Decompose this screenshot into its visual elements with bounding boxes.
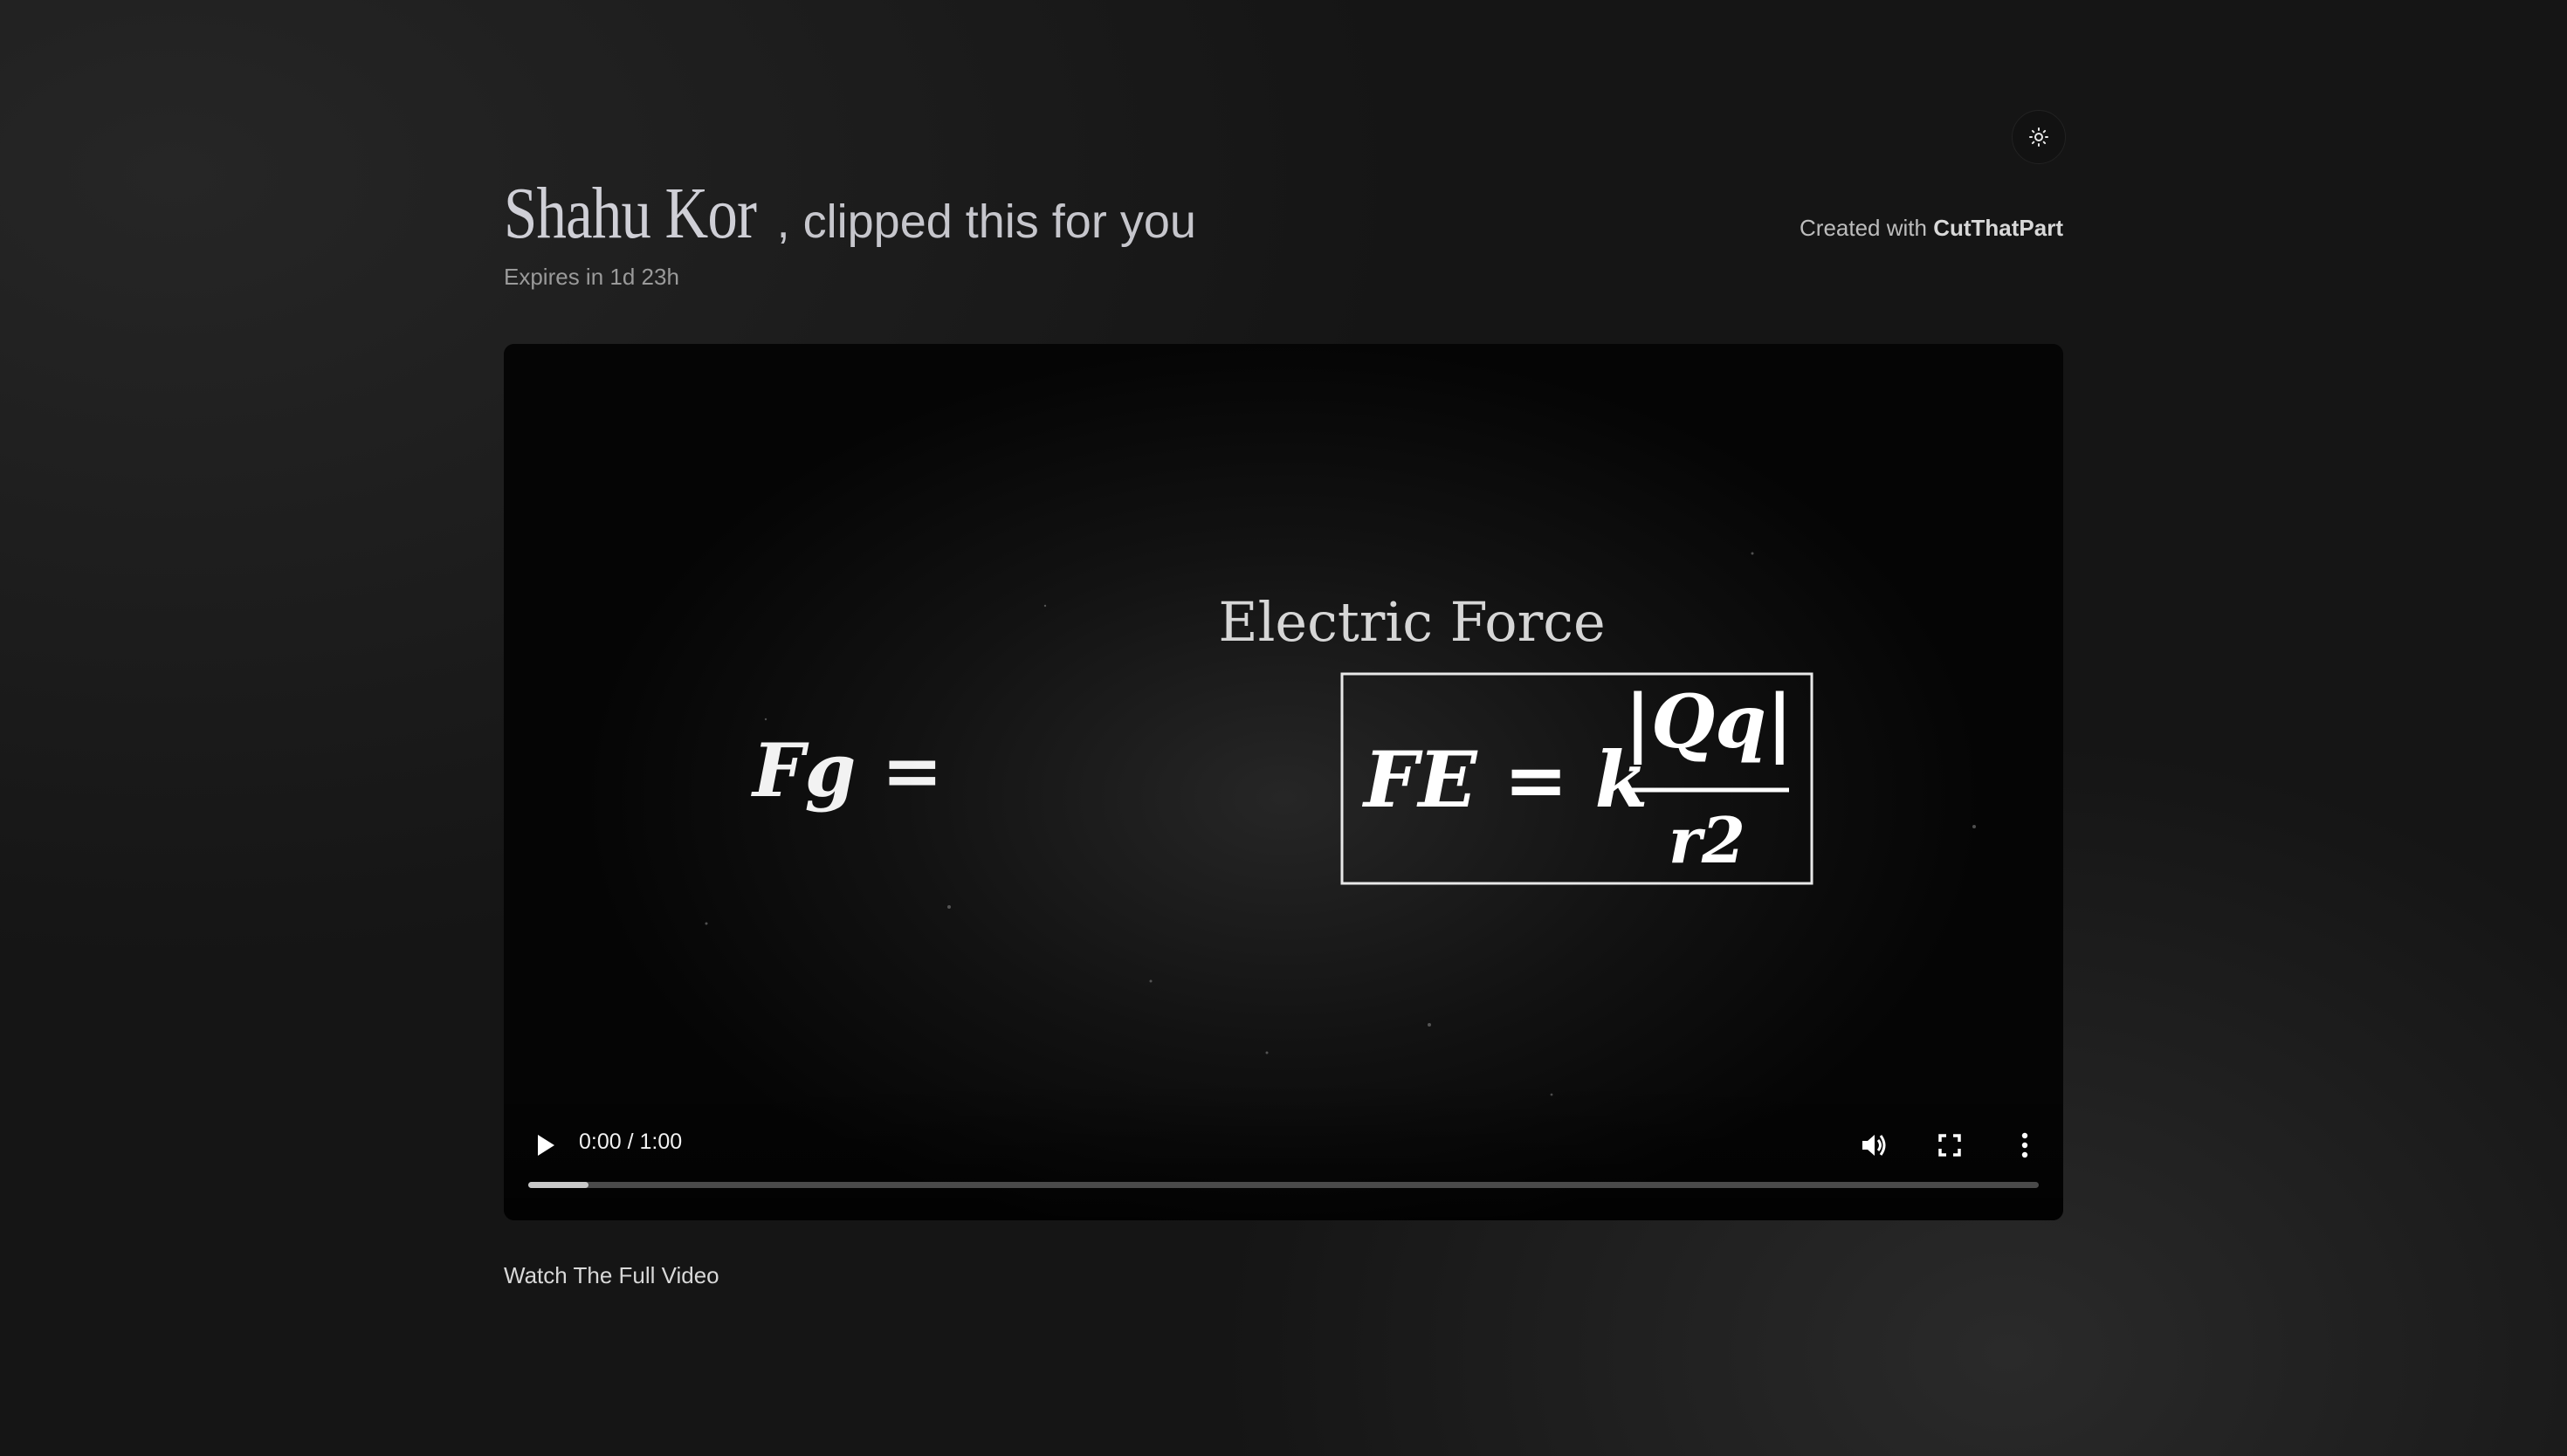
formula-numerator: |Qq|	[1624, 678, 1793, 766]
watch-full-video-link[interactable]: Watch The Full Video	[504, 1262, 719, 1289]
more-vertical-icon	[2021, 1132, 2028, 1158]
fullscreen-icon	[1938, 1134, 1961, 1157]
progress-bar[interactable]	[528, 1182, 2039, 1188]
theme-toggle-button[interactable]	[2012, 110, 2066, 164]
created-prefix: Created with	[1800, 215, 1927, 241]
time-display: 0:00 / 1:00	[579, 1130, 683, 1154]
fullscreen-button[interactable]	[1930, 1126, 1969, 1164]
electric-force-title: Electric Force	[1218, 590, 1605, 654]
progress-fill	[528, 1182, 589, 1188]
created-with: Created with CutThatPart	[1800, 215, 2063, 242]
play-button[interactable]	[526, 1126, 565, 1164]
sun-icon	[2029, 127, 2048, 147]
brand-link[interactable]: CutThatPart	[1933, 215, 2063, 241]
play-icon	[538, 1135, 554, 1156]
formula-denominator: r2	[1669, 803, 1745, 877]
video-player[interactable]: Fg = Electric Force FE = k |Qq| r2 0:00 …	[504, 344, 2063, 1220]
controls-overlay	[504, 1081, 2063, 1220]
volume-button[interactable]	[1855, 1126, 1894, 1164]
more-options-button[interactable]	[2006, 1126, 2044, 1164]
clipped-text: , clipped this for you	[776, 196, 1196, 248]
expiry-text: Expires in 1d 23h	[504, 264, 679, 290]
sender-name: Shahu Kor	[504, 173, 757, 254]
formula-lhs: FE = k	[1361, 734, 1648, 825]
left-equation: Fg =	[751, 727, 943, 814]
volume-icon	[1862, 1135, 1886, 1156]
page-header: Shahu Kor , clipped this for you	[504, 171, 1196, 256]
